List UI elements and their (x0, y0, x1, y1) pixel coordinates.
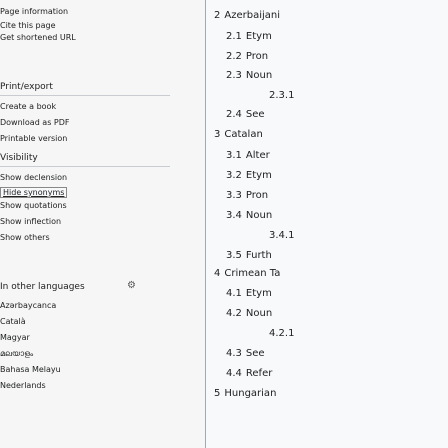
toc-item[interactable]: 2.1 Etym (226, 31, 272, 43)
cite-this-page-link[interactable]: Cite this page (0, 20, 170, 32)
toc-label: Etym (245, 170, 272, 181)
toc-number: 3.1 (226, 150, 242, 161)
language-link-malayalam[interactable]: മലയാളം (0, 348, 170, 360)
toc-number: 3.4.1 (269, 230, 295, 241)
toc-item[interactable]: 3.4 Noun (226, 210, 272, 222)
toc-number: 4.1 (226, 288, 242, 299)
visibility-heading[interactable]: Visibility (0, 153, 170, 167)
toc-number: 3.4 (226, 210, 242, 221)
toc-item[interactable]: 3.2 Etym (226, 170, 272, 182)
show-others-link[interactable]: Show others (0, 232, 170, 244)
toc-item[interactable]: 4.3 See (226, 348, 265, 360)
toc-item[interactable]: 3.4.1 (269, 230, 298, 242)
toc-label: Etym (245, 288, 272, 299)
toc-label: Refer (245, 368, 273, 379)
show-declension-link[interactable]: Show declension (0, 172, 170, 184)
toc-label: Noun (245, 70, 273, 81)
gear-icon[interactable]: ⚙ (127, 280, 136, 291)
toc-number: 4.4 (226, 368, 242, 379)
toc-item[interactable]: 5 Hungarian (214, 388, 276, 400)
toc-number: 4.3 (226, 348, 242, 359)
get-shortened-url-link[interactable]: Get shortened URL (0, 32, 170, 44)
language-link-catalan[interactable]: Català (0, 316, 170, 328)
toc-number: 3.3 (226, 190, 242, 201)
toc-label: Furth (245, 250, 272, 261)
toc-label: Catalan (224, 129, 263, 140)
toc-item[interactable]: 3 Catalan (214, 129, 263, 141)
sidebar: Page information Cite this page Get shor… (0, 0, 210, 448)
show-inflection-link[interactable]: Show inflection (0, 216, 170, 228)
page-information-link[interactable]: Page information (0, 6, 170, 18)
toc-label: See (245, 348, 265, 359)
toc-number: 2.1 (226, 31, 242, 42)
print-export-heading[interactable]: Print/export (0, 82, 170, 96)
toc-number: 4.2.1 (269, 328, 295, 339)
toc-number: 2.2 (226, 51, 242, 62)
toc-number: 5 (214, 388, 221, 399)
language-link-hungarian[interactable]: Magyar (0, 332, 170, 344)
toc-item[interactable]: 4.2 Noun (226, 308, 272, 320)
toc-number: 2.3 (226, 70, 242, 81)
toc-item[interactable]: 3.1 Alter (226, 150, 270, 162)
language-link-malay[interactable]: Bahasa Melayu (0, 364, 170, 376)
toc-label: Hungarian (224, 388, 277, 399)
toc-item[interactable]: 3.5 Furth (226, 250, 272, 262)
toc-label: Crimean Ta (224, 268, 281, 279)
other-languages-heading[interactable]: In other languages (0, 282, 170, 295)
toc-number: 3 (214, 129, 221, 140)
show-quotations-link[interactable]: Show quotations (0, 200, 170, 212)
toc-item[interactable]: 2.3.1 (269, 90, 298, 102)
visibility-section: Visibility Show declension Hide synonyms… (0, 153, 170, 244)
toc-item[interactable]: 4 Crimean Ta (214, 268, 280, 280)
toc-label: Noun (245, 210, 273, 221)
toc-item[interactable]: 2 Azerbaijani (214, 10, 280, 22)
toc-number: 2 (214, 10, 221, 21)
toc-number: 3.5 (226, 250, 242, 261)
toc-item[interactable]: 4.2.1 (269, 328, 298, 340)
language-link-azerbaijani[interactable]: Azərbaycanca (0, 300, 170, 312)
hide-synonyms-button[interactable]: Hide synonyms (0, 187, 68, 198)
table-of-contents: 2 Azerbaijani 2.1 Etym 2.2 Pron 2.3 Noun 2.3.1 2.… (205, 0, 448, 448)
toc-number: 3.2 (226, 170, 242, 181)
create-book-link[interactable]: Create a book (0, 101, 170, 113)
toc-item[interactable]: 4.1 Etym (226, 288, 272, 300)
toc-label: Pron (245, 190, 269, 201)
toc-label: Pron (245, 51, 269, 62)
toc-label: Azerbaijani (224, 10, 281, 21)
print-export-section: Print/export Create a book Download as P… (0, 82, 170, 145)
language-link-dutch[interactable]: Nederlands (0, 380, 170, 392)
toc-label: Noun (245, 308, 273, 319)
toc-number: 4 (214, 268, 221, 279)
toc-label: Etym (245, 31, 272, 42)
info-section: Page information Cite this page Get shor… (0, 6, 170, 44)
toc-item[interactable]: 2.3 Noun (226, 70, 272, 82)
toc-number: 2.3.1 (269, 90, 295, 101)
toc-label: Alter (245, 150, 270, 161)
printable-version-link[interactable]: Printable version (0, 133, 170, 145)
download-pdf-link[interactable]: Download as PDF (0, 117, 170, 129)
toc-label: See (245, 109, 265, 120)
toc-item[interactable]: 2.2 Pron (226, 51, 268, 63)
hide-synonyms-label: Hide synonyms (3, 188, 65, 197)
languages-section: In other languages ⚙ Azərbaycanca Català… (0, 280, 170, 392)
toc-item[interactable]: 4.4 Refer (226, 368, 272, 380)
toc-item[interactable]: 3.3 Pron (226, 190, 268, 202)
toc-item[interactable]: 2.4 See (226, 109, 265, 121)
toc-number: 2.4 (226, 109, 242, 120)
toc-number: 4.2 (226, 308, 242, 319)
